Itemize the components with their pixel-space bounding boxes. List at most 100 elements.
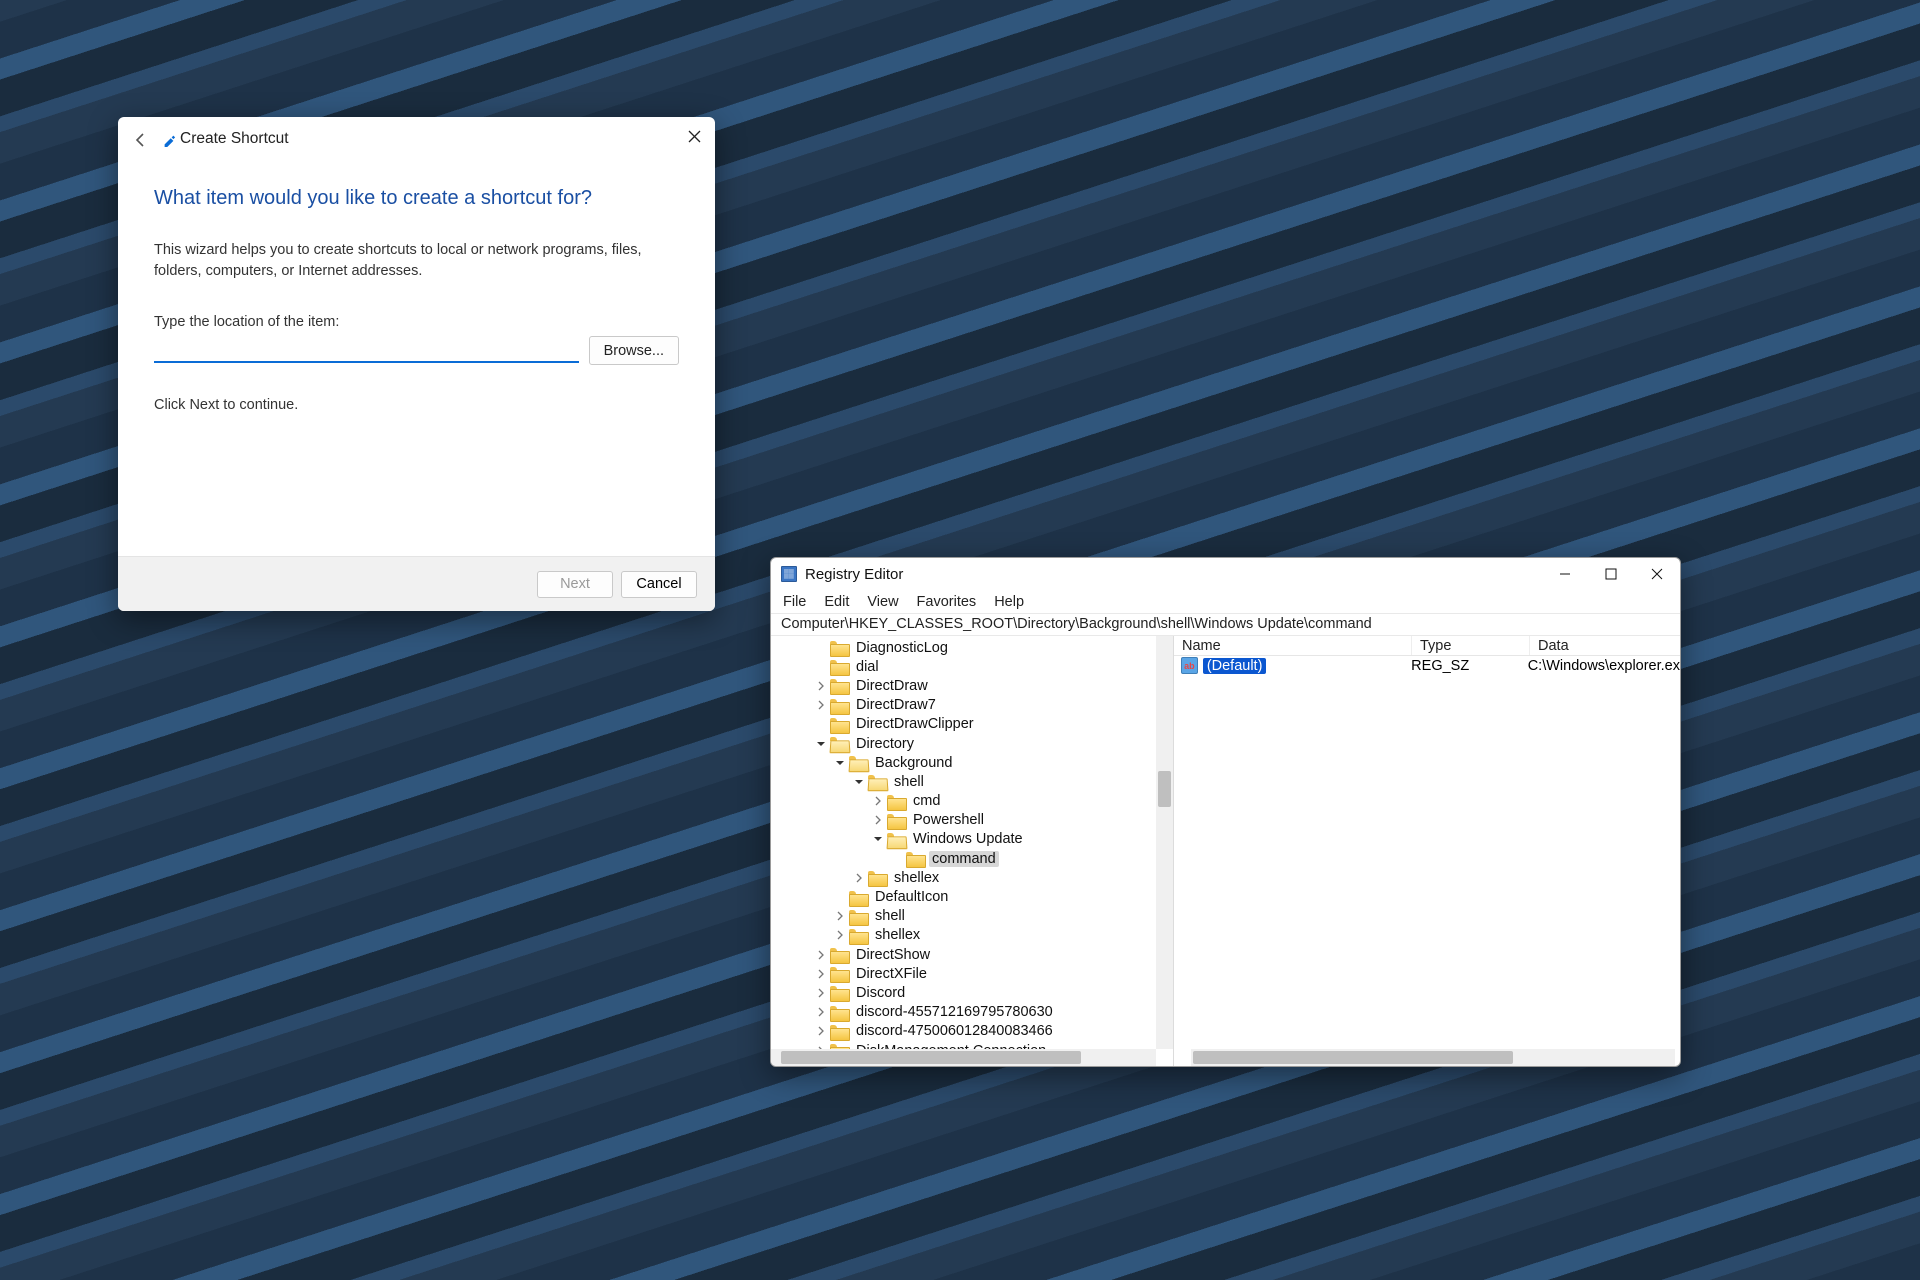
minimize-icon[interactable] <box>1542 558 1588 590</box>
tree-label: dial <box>853 659 882 675</box>
chevron-right-icon[interactable] <box>814 988 828 998</box>
tree-row[interactable]: DirectDrawClipper <box>771 715 1173 734</box>
cancel-button[interactable]: Cancel <box>621 571 697 598</box>
chevron-right-icon[interactable] <box>852 873 866 883</box>
chevron-right-icon[interactable] <box>814 681 828 691</box>
menu-item-file[interactable]: File <box>783 594 806 610</box>
folder-icon <box>830 659 848 674</box>
chevron-right-icon[interactable] <box>814 1026 828 1036</box>
folder-icon <box>830 966 848 981</box>
tree-row[interactable]: DirectXFile <box>771 964 1173 983</box>
tree-row[interactable]: Windows Update <box>771 830 1173 849</box>
chevron-right-icon[interactable] <box>814 969 828 979</box>
folder-icon <box>868 870 886 885</box>
dialog-titlebar[interactable]: Create Shortcut <box>118 117 715 165</box>
tree-row[interactable]: dial <box>771 657 1173 676</box>
tree-row[interactable]: Directory <box>771 734 1173 753</box>
menu-item-favorites[interactable]: Favorites <box>917 594 977 610</box>
folder-icon <box>830 947 848 962</box>
chevron-right-icon[interactable] <box>833 930 847 940</box>
chevron-down-icon[interactable] <box>814 739 828 749</box>
chevron-down-icon[interactable] <box>871 834 885 844</box>
chevron-right-icon[interactable] <box>833 911 847 921</box>
registry-editor-window: Registry Editor File Edit View Favorites Hel… <box>770 557 1681 1067</box>
folder-icon <box>830 1005 848 1020</box>
tree-row[interactable]: shell <box>771 772 1173 791</box>
value-name: (Default) <box>1203 658 1267 674</box>
browse-button[interactable]: Browse... <box>589 336 679 365</box>
tree-label: DefaultIcon <box>872 889 951 905</box>
chevron-right-icon[interactable] <box>871 815 885 825</box>
values-horizontal-scrollbar[interactable] <box>1191 1049 1675 1066</box>
window-titlebar[interactable]: Registry Editor <box>771 558 1680 590</box>
tree-row[interactable]: command <box>771 849 1173 868</box>
value-row[interactable]: (Default) REG_SZC:\Windows\explorer.ex <box>1174 656 1680 675</box>
tree-label: shell <box>872 908 908 924</box>
string-value-icon <box>1181 657 1198 674</box>
tree-row[interactable]: DirectShow <box>771 945 1173 964</box>
chevron-right-icon[interactable] <box>814 950 828 960</box>
tree-label: command <box>929 851 999 867</box>
chevron-right-icon[interactable] <box>814 700 828 710</box>
tree-row[interactable]: Discord <box>771 983 1173 1002</box>
tree-row[interactable]: shellex <box>771 868 1173 887</box>
values-pane[interactable]: Name Type Data (Default) REG_SZC:\Windows… <box>1174 636 1680 1066</box>
menu-item-edit[interactable]: Edit <box>824 594 849 610</box>
chevron-right-icon[interactable] <box>814 1007 828 1017</box>
tree-row[interactable]: DirectDraw <box>771 676 1173 695</box>
tree-row[interactable]: cmd <box>771 792 1173 811</box>
tree-label: DirectDraw7 <box>853 697 939 713</box>
folder-icon <box>830 698 848 713</box>
tree-label: DirectDrawClipper <box>853 716 977 732</box>
folder-icon <box>868 774 886 789</box>
address-bar[interactable]: Computer\HKEY_CLASSES_ROOT\Directory\Bac… <box>771 614 1680 636</box>
close-icon[interactable] <box>681 123 707 149</box>
chevron-down-icon[interactable] <box>833 758 847 768</box>
menu-item-help[interactable]: Help <box>994 594 1024 610</box>
next-button[interactable]: Next <box>537 571 613 598</box>
window-title: Registry Editor <box>805 566 903 583</box>
value-data: C:\Windows\explorer.ex <box>1528 658 1680 674</box>
tree-row[interactable]: discord-475006012840083466 <box>771 1022 1173 1041</box>
tree-row[interactable]: DefaultIcon <box>771 887 1173 906</box>
tree-vertical-scrollbar[interactable] <box>1156 636 1173 1049</box>
col-name[interactable]: Name <box>1174 636 1412 655</box>
tree-row[interactable]: Background <box>771 753 1173 772</box>
tree-label: cmd <box>910 793 943 809</box>
tree-row[interactable]: discord-455712169795780630 <box>771 1003 1173 1022</box>
col-type[interactable]: Type <box>1412 636 1530 655</box>
tree-label: Directory <box>853 736 917 752</box>
shortcut-wizard-icon <box>162 133 176 147</box>
value-type: REG_SZ <box>1411 658 1528 674</box>
tree-label: Powershell <box>910 812 987 828</box>
regedit-icon <box>781 566 797 582</box>
tree-row[interactable]: DiagnosticLog <box>771 638 1173 657</box>
tree-horizontal-scrollbar[interactable] <box>771 1049 1156 1066</box>
folder-icon <box>830 678 848 693</box>
key-tree[interactable]: DiagnosticLog dialDirectDraw DirectDraw7 Di… <box>771 636 1174 1066</box>
tree-row[interactable]: shell <box>771 907 1173 926</box>
menu-item-view[interactable]: View <box>867 594 898 610</box>
tree-label: shellex <box>872 927 923 943</box>
chevron-down-icon[interactable] <box>852 777 866 787</box>
col-data[interactable]: Data <box>1530 636 1680 655</box>
maximize-icon[interactable] <box>1588 558 1634 590</box>
tree-label: discord-455712169795780630 <box>853 1004 1056 1020</box>
tree-label: DirectXFile <box>853 966 930 982</box>
menu-bar: File Edit View Favorites Help <box>771 590 1680 614</box>
chevron-right-icon[interactable] <box>871 796 885 806</box>
close-icon[interactable] <box>1634 558 1680 590</box>
tree-label: discord-475006012840083466 <box>853 1023 1056 1039</box>
back-icon[interactable] <box>132 131 150 149</box>
tree-row[interactable]: DirectDraw7 <box>771 696 1173 715</box>
values-header[interactable]: Name Type Data <box>1174 636 1680 656</box>
tree-label: Windows Update <box>910 831 1026 847</box>
tree-row[interactable]: shellex <box>771 926 1173 945</box>
location-input[interactable] <box>154 336 579 363</box>
folder-icon <box>830 736 848 751</box>
tree-row[interactable]: Powershell <box>771 811 1173 830</box>
continue-text: Click Next to continue. <box>154 397 679 413</box>
folder-icon <box>830 717 848 732</box>
folder-icon <box>887 832 905 847</box>
tree-label: shell <box>891 774 927 790</box>
